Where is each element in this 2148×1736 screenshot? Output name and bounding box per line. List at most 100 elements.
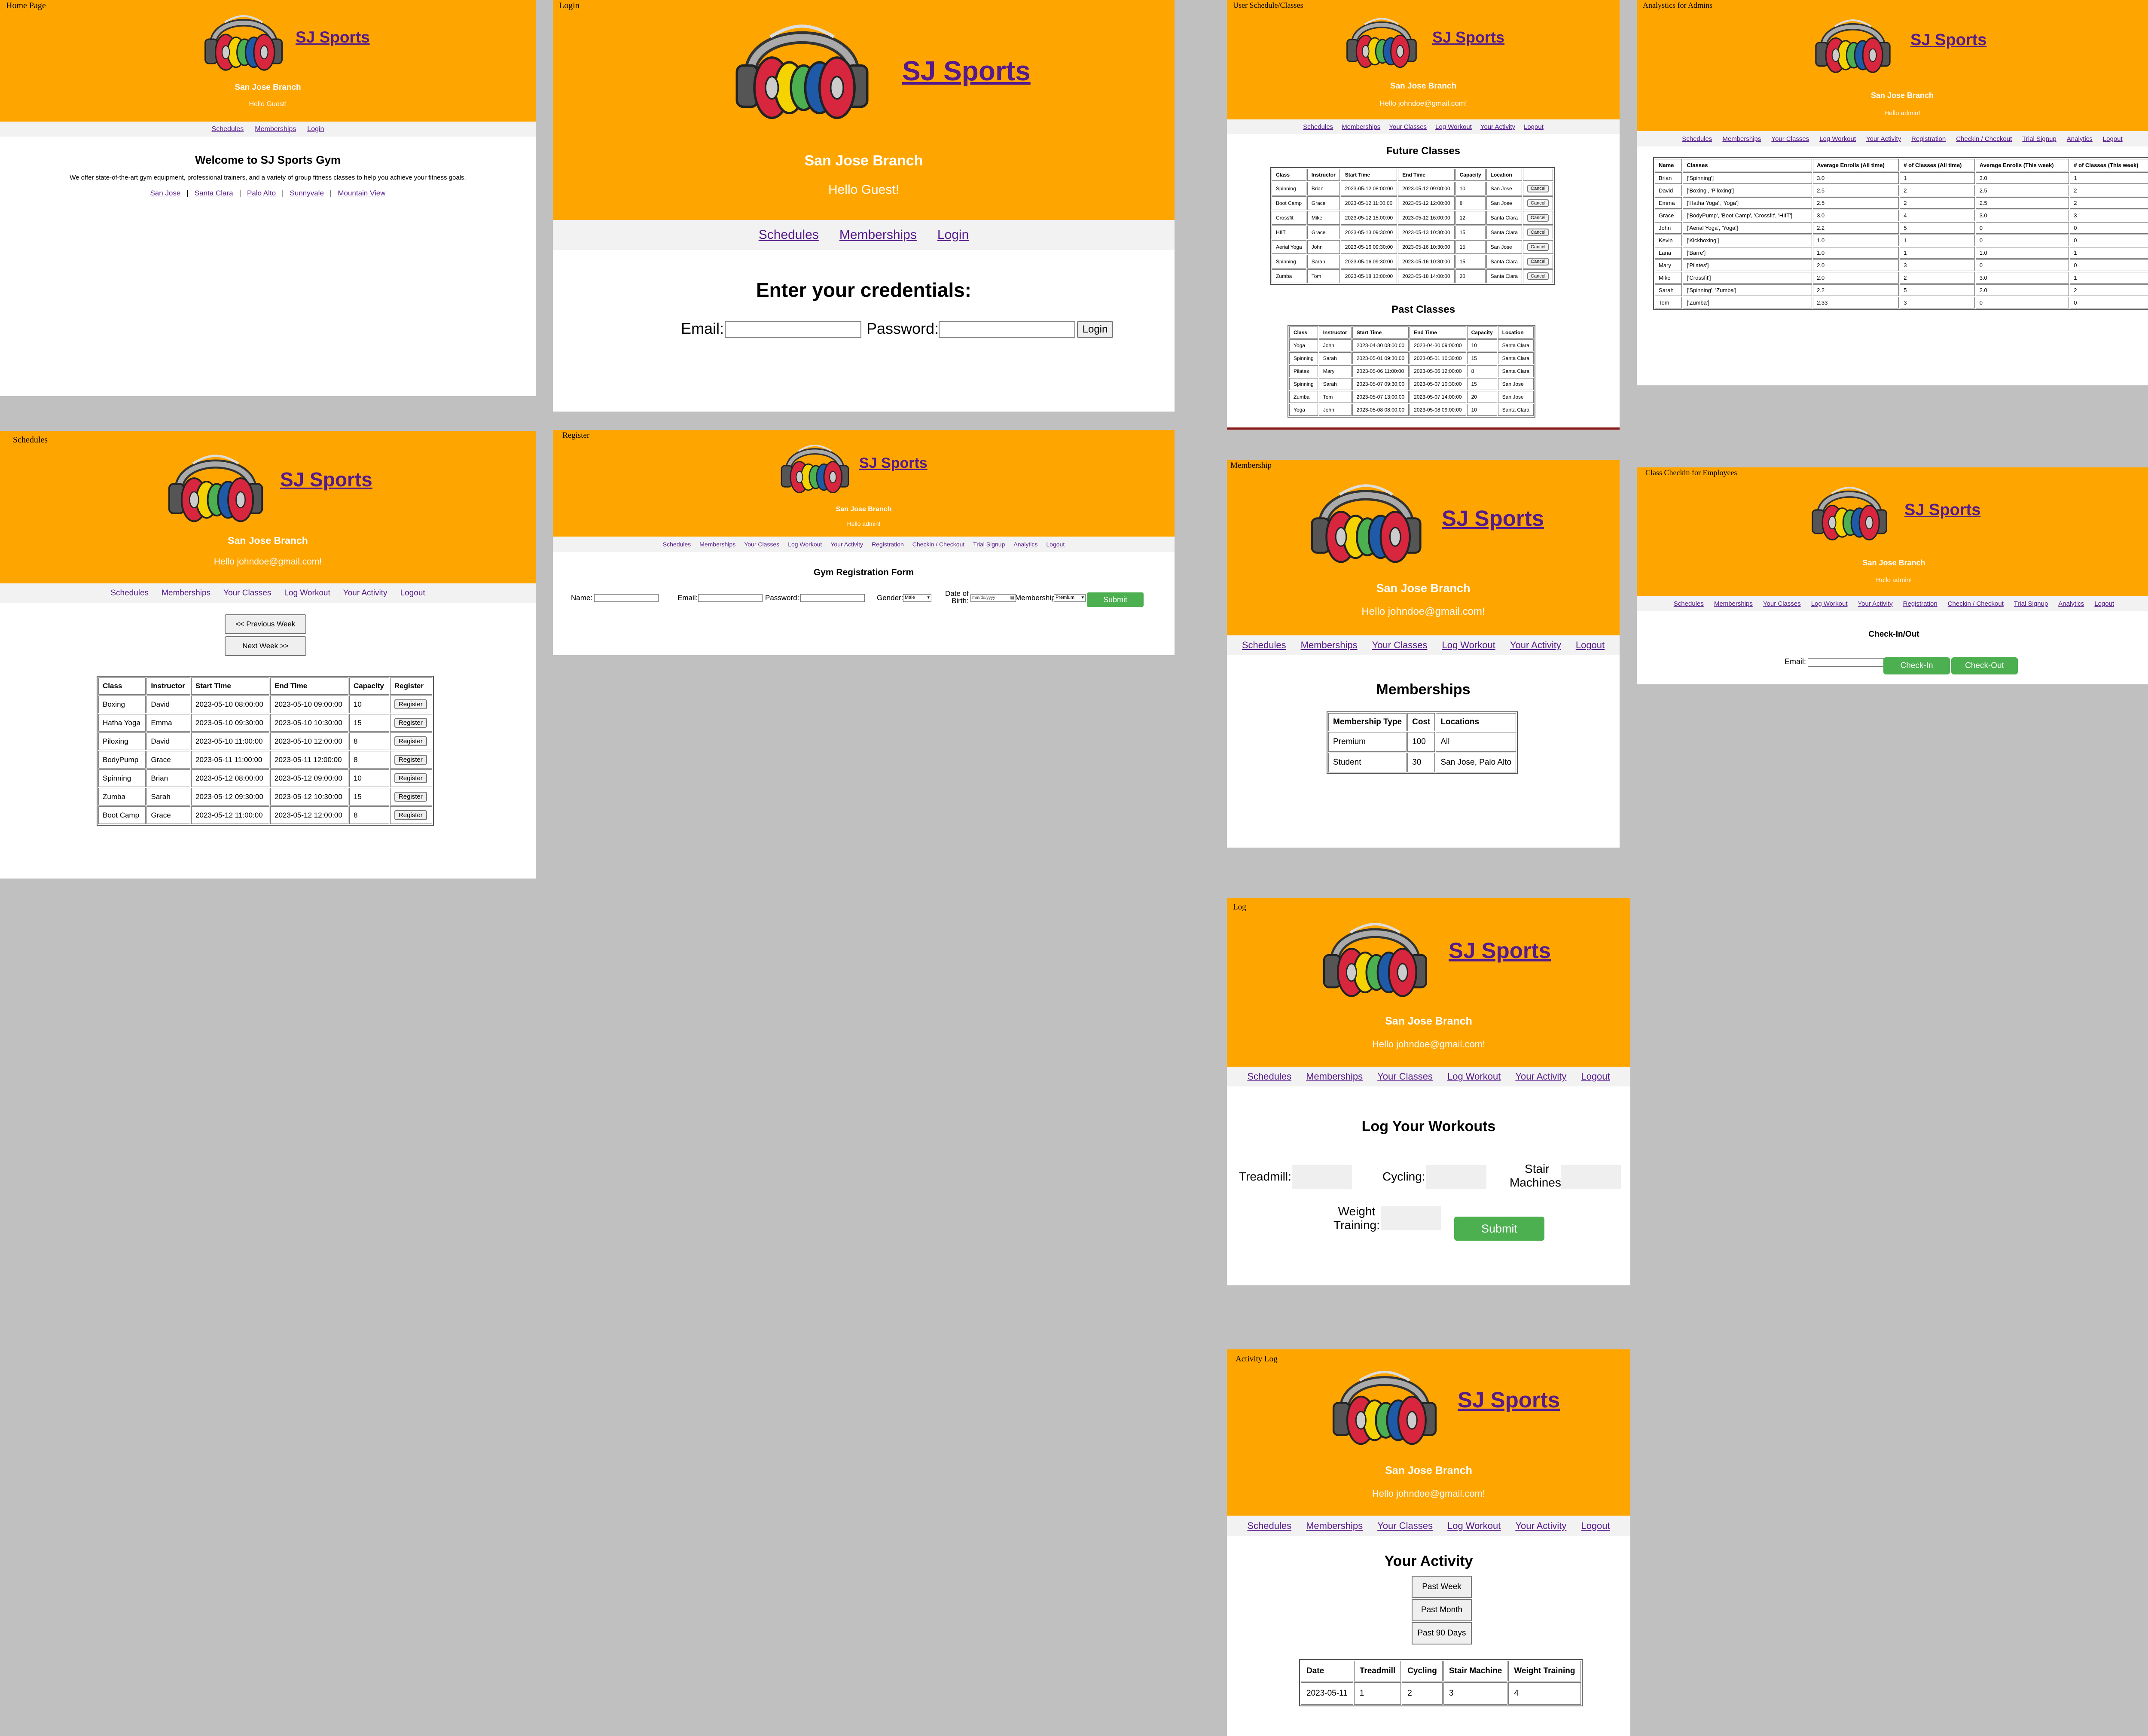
nav-schedules-link[interactable]: Schedules — [110, 589, 149, 598]
nav-log-workout-link[interactable]: Log Workout — [1819, 135, 1856, 143]
previous-week-button[interactable]: << Previous Week — [225, 614, 306, 634]
nav-login-link[interactable]: Login — [937, 228, 969, 242]
location-link-palo-alto[interactable]: Palo Alto — [247, 189, 276, 197]
password-input[interactable] — [939, 321, 1075, 338]
nav-registration-link[interactable]: Registration — [1911, 135, 1946, 143]
nav-your-classes-link[interactable]: Your Classes — [1763, 600, 1801, 607]
past-week-button[interactable]: Past Week — [1412, 1576, 1472, 1598]
nav-your-classes-link[interactable]: Your Classes — [1372, 640, 1428, 651]
nav-log-workout-link[interactable]: Log Workout — [1447, 1520, 1501, 1532]
nav-login-link[interactable]: Login — [307, 125, 324, 133]
nav-logout-link[interactable]: Logout — [1524, 123, 1544, 131]
nav-memberships-link[interactable]: Memberships — [1342, 123, 1380, 131]
nav-log-workout-link[interactable]: Log Workout — [1442, 640, 1495, 651]
nav-schedules-link[interactable]: Schedules — [1682, 135, 1712, 143]
cancel-button[interactable]: Cancel — [1527, 185, 1549, 192]
nav-your-activity-link[interactable]: Your Activity — [830, 541, 863, 548]
nav-logout-link[interactable]: Logout — [1046, 541, 1065, 548]
cancel-button[interactable]: Cancel — [1527, 243, 1549, 251]
register-button[interactable]: Register — [394, 810, 427, 820]
nav-your-classes-link[interactable]: Your Classes — [744, 541, 779, 548]
treadmill-input[interactable] — [1292, 1165, 1352, 1189]
past-month-button[interactable]: Past Month — [1412, 1599, 1472, 1621]
nav-memberships-link[interactable]: Memberships — [255, 125, 296, 133]
check-in-button[interactable]: Check-In — [1883, 657, 1950, 674]
password-input[interactable] — [800, 594, 865, 602]
nav-log-workout-link[interactable]: Log Workout — [284, 589, 330, 598]
nav-logout-link[interactable]: Logout — [1581, 1071, 1610, 1082]
nav-memberships-link[interactable]: Memberships — [1301, 640, 1358, 651]
register-button[interactable]: Register — [394, 792, 427, 802]
nav-memberships-link[interactable]: Memberships — [162, 589, 211, 598]
nav-your-activity-link[interactable]: Your Activity — [1515, 1520, 1566, 1532]
past-90-days-button[interactable]: Past 90 Days — [1412, 1622, 1472, 1644]
nav-memberships-link[interactable]: Memberships — [1306, 1520, 1363, 1532]
stair-machines-input[interactable] — [1561, 1165, 1621, 1189]
nav-checkin-link[interactable]: Checkin / Checkout — [1956, 135, 2012, 143]
gender-select[interactable]: Male ▾ — [903, 594, 931, 602]
nav-schedules-link[interactable]: Schedules — [1303, 123, 1333, 131]
cancel-button[interactable]: Cancel — [1527, 229, 1549, 236]
nav-log-workout-link[interactable]: Log Workout — [1435, 123, 1472, 131]
nav-memberships-link[interactable]: Memberships — [1714, 600, 1753, 607]
brand-link[interactable]: SJ Sports — [1458, 1387, 1560, 1413]
nav-registration-link[interactable]: Registration — [1903, 600, 1937, 607]
nav-your-activity-link[interactable]: Your Activity — [1866, 135, 1901, 143]
nav-your-classes-link[interactable]: Your Classes — [1389, 123, 1427, 131]
nav-memberships-link[interactable]: Memberships — [699, 541, 735, 548]
next-week-button[interactable]: Next Week >> — [225, 636, 306, 656]
nav-logout-link[interactable]: Logout — [400, 589, 425, 598]
check-out-button[interactable]: Check-Out — [1951, 657, 2018, 674]
location-link-mountain-view[interactable]: Mountain View — [338, 189, 385, 197]
nav-schedules-link[interactable]: Schedules — [1674, 600, 1704, 607]
nav-logout-link[interactable]: Logout — [1576, 640, 1605, 651]
nav-your-activity-link[interactable]: Your Activity — [1480, 123, 1515, 131]
nav-your-classes-link[interactable]: Your Classes — [1377, 1071, 1433, 1082]
brand-link[interactable]: SJ Sports — [1442, 506, 1544, 531]
brand-link[interactable]: SJ Sports — [859, 455, 928, 472]
nav-analytics-link[interactable]: Analytics — [1013, 541, 1037, 548]
nav-your-activity-link[interactable]: Your Activity — [1858, 600, 1893, 607]
cancel-button[interactable]: Cancel — [1527, 199, 1549, 207]
email-input[interactable] — [1808, 658, 1885, 667]
nav-your-activity-link[interactable]: Your Activity — [1515, 1071, 1566, 1082]
nav-schedules-link[interactable]: Schedules — [1242, 640, 1286, 651]
cancel-button[interactable]: Cancel — [1527, 258, 1549, 265]
register-button[interactable]: Register — [394, 699, 427, 709]
brand-link[interactable]: SJ Sports — [1449, 938, 1551, 963]
brand-link[interactable]: SJ Sports — [296, 28, 370, 46]
nav-memberships-link[interactable]: Memberships — [839, 228, 917, 242]
location-link-san-jose[interactable]: San Jose — [150, 189, 180, 197]
nav-analytics-link[interactable]: Analytics — [2058, 600, 2084, 607]
register-button[interactable]: Register — [394, 736, 427, 746]
nav-log-workout-link[interactable]: Log Workout — [1447, 1071, 1501, 1082]
email-input[interactable] — [725, 321, 861, 338]
nav-your-activity-link[interactable]: Your Activity — [1510, 640, 1561, 651]
nav-registration-link[interactable]: Registration — [872, 541, 904, 548]
brand-link[interactable]: SJ Sports — [1904, 501, 1980, 519]
dob-input[interactable]: mm/dd/yyyy ▦ — [970, 594, 1016, 602]
location-link-santa-clara[interactable]: Santa Clara — [195, 189, 233, 197]
nav-logout-link[interactable]: Logout — [1581, 1520, 1610, 1532]
nav-schedules-link[interactable]: Schedules — [759, 228, 819, 242]
nav-trial-signup-link[interactable]: Trial Signup — [2014, 600, 2048, 607]
submit-button[interactable]: Submit — [1087, 592, 1144, 607]
name-input[interactable] — [594, 594, 659, 602]
nav-schedules-link[interactable]: Schedules — [663, 541, 691, 548]
nav-checkin-link[interactable]: Checkin / Checkout — [1948, 600, 2004, 607]
brand-link[interactable]: SJ Sports — [1432, 28, 1504, 46]
nav-schedules-link[interactable]: Schedules — [212, 125, 244, 133]
nav-log-workout-link[interactable]: Log Workout — [1811, 600, 1848, 607]
brand-link[interactable]: SJ Sports — [1910, 31, 1986, 49]
nav-your-classes-link[interactable]: Your Classes — [223, 589, 271, 598]
nav-your-classes-link[interactable]: Your Classes — [1377, 1520, 1433, 1532]
nav-trial-signup-link[interactable]: Trial Signup — [973, 541, 1005, 548]
nav-analytics-link[interactable]: Analytics — [2067, 135, 2093, 143]
email-input[interactable] — [698, 594, 763, 602]
nav-logout-link[interactable]: Logout — [2103, 135, 2123, 143]
weight-training-input[interactable] — [1381, 1206, 1441, 1230]
nav-schedules-link[interactable]: Schedules — [1247, 1520, 1291, 1532]
register-button[interactable]: Register — [394, 773, 427, 783]
nav-memberships-link[interactable]: Memberships — [1306, 1071, 1363, 1082]
nav-schedules-link[interactable]: Schedules — [1247, 1071, 1291, 1082]
